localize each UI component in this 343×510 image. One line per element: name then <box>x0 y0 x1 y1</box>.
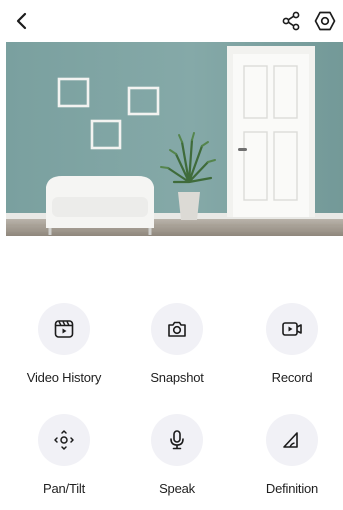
microphone-icon <box>170 430 184 450</box>
definition-icon <box>283 432 298 448</box>
snapshot-label: Snapshot <box>150 370 204 385</box>
back-button[interactable] <box>10 9 34 33</box>
record-video-icon <box>282 322 302 336</box>
pan-tilt-label: Pan/Tilt <box>43 481 85 496</box>
record-button[interactable]: Record <box>242 303 342 385</box>
speak-button[interactable]: Speak <box>127 414 227 496</box>
share-button[interactable] <box>279 9 303 33</box>
video-history-button[interactable]: Video History <box>14 303 114 385</box>
camera-live-view[interactable] <box>6 42 343 236</box>
top-bar <box>0 0 343 42</box>
hexagon-settings-icon <box>314 11 336 31</box>
snapshot-button[interactable]: Snapshot <box>127 303 227 385</box>
video-history-label: Video History <box>26 370 102 385</box>
camera-icon <box>168 321 186 337</box>
share-icon <box>282 11 300 31</box>
speak-label: Speak <box>159 481 195 496</box>
definition-label: Definition <box>265 481 319 496</box>
definition-button[interactable]: Definition <box>242 414 342 496</box>
chevron-left-icon <box>16 12 27 30</box>
settings-button[interactable] <box>312 8 338 34</box>
camera-feed-image <box>6 42 343 236</box>
video-history-icon <box>54 320 74 338</box>
pan-tilt-icon <box>54 430 74 450</box>
pan-tilt-button[interactable]: Pan/Tilt <box>14 414 114 496</box>
record-label: Record <box>271 370 313 385</box>
